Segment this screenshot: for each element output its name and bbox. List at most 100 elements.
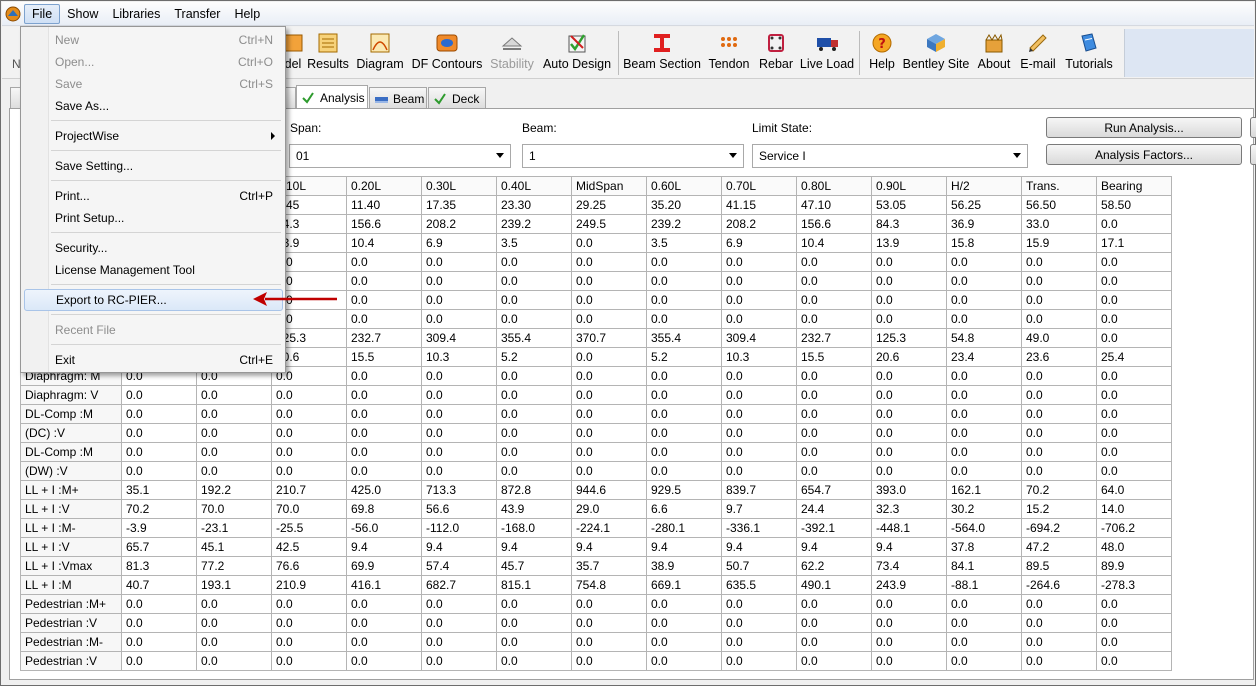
- table-cell[interactable]: 208.2: [721, 214, 797, 234]
- table-cell[interactable]: 0.0: [496, 271, 572, 291]
- table-cell[interactable]: 872.8: [496, 480, 572, 500]
- table-cell[interactable]: 0.0: [796, 461, 872, 481]
- table-cell[interactable]: 54.8: [946, 328, 1022, 348]
- table-cell[interactable]: 6.6: [646, 499, 722, 519]
- table-cell[interactable]: 0.0: [946, 404, 1022, 424]
- table-cell[interactable]: 0.0: [346, 594, 422, 614]
- table-cell[interactable]: -112.0: [421, 518, 497, 538]
- table-cell[interactable]: 682.7: [421, 575, 497, 595]
- table-cell[interactable]: 0.0: [721, 366, 797, 386]
- table-cell[interactable]: 13.9: [871, 233, 947, 253]
- table-cell[interactable]: 654.7: [796, 480, 872, 500]
- table-cell[interactable]: 42.5: [271, 537, 347, 557]
- table-cell[interactable]: 76.6: [271, 556, 347, 576]
- table-cell[interactable]: 210.9: [271, 575, 347, 595]
- table-cell[interactable]: 10.4: [796, 233, 872, 253]
- table-cell[interactable]: 6.9: [721, 233, 797, 253]
- table-cell[interactable]: -23.1: [196, 518, 272, 538]
- table-cell[interactable]: 70.0: [271, 499, 347, 519]
- table-cell[interactable]: 9.7: [721, 499, 797, 519]
- table-cell[interactable]: 0.0: [796, 271, 872, 291]
- table-cell[interactable]: 0.0: [271, 594, 347, 614]
- column-header[interactable]: H/2: [946, 176, 1022, 196]
- analysis-factors-button[interactable]: Analysis Factors...: [1046, 144, 1242, 165]
- table-cell[interactable]: 23.4: [946, 347, 1022, 367]
- table-cell[interactable]: 0.0: [646, 613, 722, 633]
- table-cell[interactable]: 0.0: [1096, 594, 1172, 614]
- table-cell[interactable]: 64.0: [1096, 480, 1172, 500]
- table-cell[interactable]: 89.5: [1021, 556, 1097, 576]
- table-cell[interactable]: 309.4: [721, 328, 797, 348]
- menu-item-recent-file[interactable]: Recent File: [55, 320, 279, 340]
- auto-design-button[interactable]: Auto Design: [542, 29, 612, 77]
- table-cell[interactable]: 0.0: [646, 651, 722, 671]
- table-cell[interactable]: 0.0: [871, 252, 947, 272]
- table-cell[interactable]: 929.5: [646, 480, 722, 500]
- column-header[interactable]: 0.80L: [796, 176, 872, 196]
- table-cell[interactable]: 0.0: [946, 442, 1022, 462]
- partial-button[interactable]: [1250, 144, 1256, 165]
- table-cell[interactable]: 0.0: [1096, 442, 1172, 462]
- row-label[interactable]: (DW) :V: [20, 461, 122, 481]
- table-cell[interactable]: 89.9: [1096, 556, 1172, 576]
- table-cell[interactable]: -224.1: [571, 518, 647, 538]
- column-header[interactable]: Trans.: [1021, 176, 1097, 196]
- table-cell[interactable]: 0.0: [1021, 309, 1097, 329]
- results-button[interactable]: Results: [307, 29, 349, 77]
- table-cell[interactable]: 6.9: [421, 233, 497, 253]
- table-cell[interactable]: 0.0: [346, 309, 422, 329]
- table-cell[interactable]: 0.0: [196, 385, 272, 405]
- table-cell[interactable]: 37.8: [946, 537, 1022, 557]
- table-cell[interactable]: 0.0: [121, 404, 197, 424]
- table-cell[interactable]: 0.0: [421, 461, 497, 481]
- row-label[interactable]: Pedestrian :V: [20, 613, 122, 633]
- table-cell[interactable]: 0.0: [646, 632, 722, 652]
- table-cell[interactable]: 0.0: [571, 309, 647, 329]
- table-cell[interactable]: 29.0: [571, 499, 647, 519]
- table-cell[interactable]: 0.0: [571, 366, 647, 386]
- table-cell[interactable]: 58.50: [1096, 195, 1172, 215]
- menu-libraries[interactable]: Libraries: [105, 5, 167, 23]
- row-label[interactable]: DL-Comp :M: [20, 404, 122, 424]
- table-cell[interactable]: 5.2: [496, 347, 572, 367]
- table-cell[interactable]: 0.0: [496, 309, 572, 329]
- table-cell[interactable]: 156.6: [796, 214, 872, 234]
- table-cell[interactable]: 0.0: [1096, 290, 1172, 310]
- menu-file[interactable]: File: [24, 3, 61, 24]
- table-cell[interactable]: 0.0: [571, 347, 647, 367]
- table-cell[interactable]: 0.0: [571, 632, 647, 652]
- row-label[interactable]: Pedestrian :M-: [20, 632, 122, 652]
- table-cell[interactable]: 0.0: [196, 461, 272, 481]
- table-cell[interactable]: 0.0: [271, 423, 347, 443]
- menu-item-license-management-tool[interactable]: License Management Tool: [55, 260, 279, 280]
- table-cell[interactable]: 193.1: [196, 575, 272, 595]
- limit-state-select[interactable]: Service I: [752, 144, 1028, 168]
- table-cell[interactable]: 0.0: [496, 461, 572, 481]
- table-cell[interactable]: 15.8: [946, 233, 1022, 253]
- table-cell[interactable]: 0.0: [571, 651, 647, 671]
- live-load-button[interactable]: Live Load: [800, 29, 854, 77]
- table-cell[interactable]: 0.0: [871, 385, 947, 405]
- table-cell[interactable]: 0.0: [946, 290, 1022, 310]
- table-cell[interactable]: 0.0: [271, 613, 347, 633]
- table-cell[interactable]: 0.0: [721, 613, 797, 633]
- table-cell[interactable]: 0.0: [1021, 423, 1097, 443]
- table-cell[interactable]: 45.1: [196, 537, 272, 557]
- table-cell[interactable]: 249.5: [571, 214, 647, 234]
- table-cell[interactable]: 0.0: [1096, 461, 1172, 481]
- table-cell[interactable]: 0.0: [496, 632, 572, 652]
- menu-item-open[interactable]: Open... Ctrl+O: [55, 52, 279, 72]
- rebar-button[interactable]: Rebar: [758, 29, 794, 77]
- table-cell[interactable]: 11.40: [346, 195, 422, 215]
- table-cell[interactable]: -168.0: [496, 518, 572, 538]
- table-cell[interactable]: 15.5: [346, 347, 422, 367]
- table-cell[interactable]: 84.1: [946, 556, 1022, 576]
- table-cell[interactable]: -88.1: [946, 575, 1022, 595]
- row-label[interactable]: LL + I :M: [20, 575, 122, 595]
- menu-item-security[interactable]: Security...: [55, 238, 279, 258]
- table-cell[interactable]: 0.0: [871, 404, 947, 424]
- table-cell[interactable]: 50.7: [721, 556, 797, 576]
- table-cell[interactable]: 0.0: [571, 252, 647, 272]
- table-cell[interactable]: 0.0: [871, 271, 947, 291]
- table-cell[interactable]: 45.7: [496, 556, 572, 576]
